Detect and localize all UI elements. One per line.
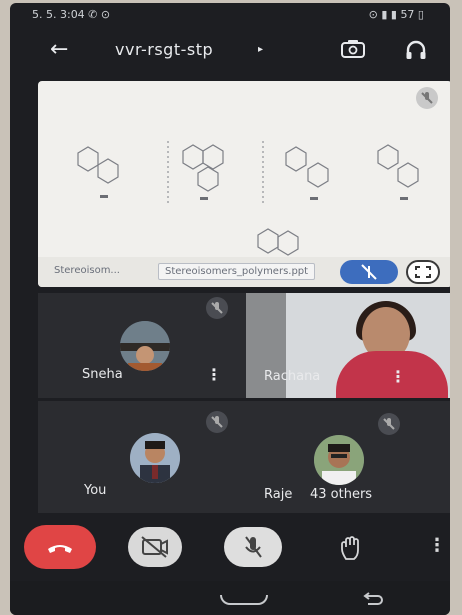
android-nav-bar xyxy=(10,581,450,615)
back-nav-icon[interactable] xyxy=(362,591,384,605)
presentation-file-name: Stereoisomers_polymers.ppt xyxy=(158,263,316,280)
presentation-file-short: Stereoisom... xyxy=(54,265,120,276)
caret-icon[interactable]: ▸ xyxy=(258,44,263,55)
status-left: 5. 5. 3:04 ✆ ⊙ xyxy=(32,8,111,21)
participant-tile-sneha[interactable]: Sneha ⋮ xyxy=(38,293,246,398)
participant-tile-you[interactable]: You xyxy=(38,401,246,513)
participant-name: You xyxy=(84,483,107,498)
status-bar: 5. 5. 3:04 ✆ ⊙ ⊙ ▮ ▮ 57 ▯ xyxy=(10,3,450,27)
mic-off-icon xyxy=(206,297,228,319)
participant-name: Rachana xyxy=(264,369,321,384)
status-right: ⊙ ▮ ▮ 57 ▯ xyxy=(368,8,424,21)
participant-tile-raje[interactable]: Raje 43 others xyxy=(246,401,450,513)
phone-screen: 5. 5. 3:04 ✆ ⊙ ⊙ ▮ ▮ 57 ▯ ← vvr-rsgt-stp… xyxy=(10,3,450,615)
call-controls: ⋮ xyxy=(10,517,450,577)
avatar xyxy=(130,433,180,483)
mic-off-icon xyxy=(206,411,228,433)
participant-name: Sneha xyxy=(82,367,123,382)
avatar xyxy=(314,435,364,485)
participant-tile-rachana[interactable]: Rachana ⋮ xyxy=(246,293,450,398)
more-options-button[interactable]: ⋮ xyxy=(428,535,446,556)
meeting-code[interactable]: vvr-rsgt-stp xyxy=(115,40,213,59)
switch-camera-icon[interactable] xyxy=(340,39,366,59)
mic-off-icon xyxy=(378,413,400,435)
unpin-presentation-button[interactable] xyxy=(340,260,398,284)
headset-icon[interactable] xyxy=(404,38,428,62)
more-options-button[interactable]: ⋮ xyxy=(390,367,406,386)
end-call-button[interactable] xyxy=(24,525,96,569)
presentation-mic-off-icon xyxy=(416,87,438,109)
microphone-off-button[interactable] xyxy=(224,527,282,567)
more-options-button[interactable]: ⋮ xyxy=(206,365,222,384)
meeting-header: ← vvr-rsgt-stp ▸ xyxy=(10,29,450,73)
presentation-footer: Stereoisom... Stereoisomers_polymers.ppt xyxy=(38,257,450,287)
presentation-tile[interactable]: Stereoisom... Stereoisomers_polymers.ppt xyxy=(38,81,450,287)
molecule-structures-image xyxy=(77,141,419,256)
raise-hand-icon[interactable] xyxy=(338,535,364,561)
home-icon[interactable] xyxy=(220,595,268,605)
back-arrow-icon[interactable]: ← xyxy=(50,37,68,62)
participant-name: Raje xyxy=(264,487,293,502)
camera-off-button[interactable] xyxy=(128,527,182,567)
avatar xyxy=(120,321,170,371)
fullscreen-icon[interactable] xyxy=(406,260,440,284)
others-count: 43 others xyxy=(310,487,373,502)
